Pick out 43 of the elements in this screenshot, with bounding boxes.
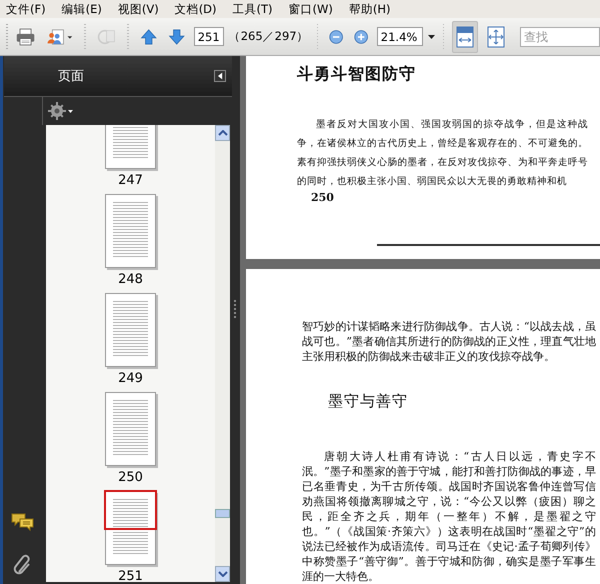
menu-item[interactable]: 编辑(E)	[60, 2, 104, 16]
page-number-field[interactable]: 251	[194, 27, 224, 46]
section-heading: 墨守与善守	[328, 392, 409, 411]
menu-item[interactable]: 文档(D)	[172, 2, 219, 16]
search-field[interactable]: 查找	[520, 26, 600, 46]
page-number-label: 249	[118, 371, 143, 386]
comments-icon[interactable]	[10, 512, 34, 532]
thumbnail-page[interactable]	[105, 194, 156, 268]
scroll-up-button[interactable]	[215, 125, 230, 141]
fit-width-button[interactable]	[452, 20, 478, 52]
paragraph: 唐朝大诗人杜甫有诗说：“古人日以远，青史字不泯。”墨子和墨家的善于守城，能打和善打防御战的事迹，早已名垂青史，为千古所传颂。战国时齐国说客鲁仲连曾写信劝燕国将领撤离聊城之守，说：“今公又以弊（疲困）聊之民，距全齐之兵，期年（一整年）不解，是墨翟之守也。”（《战国策·齐策六》）这表明在战国时“墨翟之守”的说法已经被作为成语流传。司马迁在《史记·孟子荀卿列传》中称赞墨子“善守御”。善于守城和防御，确实是墨子军事生涯的一大特色。	[302, 449, 596, 584]
panel-title: 页面	[58, 68, 85, 85]
zoom-out-icon[interactable]	[329, 28, 344, 46]
chevron-up-icon	[218, 130, 228, 136]
viewport-frame[interactable]	[104, 490, 157, 530]
menu-item[interactable]: 文件(F)	[4, 2, 48, 16]
menu-item[interactable]: 工具(T)	[230, 2, 275, 16]
thumbnail-page[interactable]	[105, 491, 156, 565]
splitter-grip-icon[interactable]	[234, 300, 238, 320]
caret-icon[interactable]	[428, 34, 435, 38]
page-count: （265／297）	[228, 29, 309, 44]
page-number-label: 250	[118, 470, 143, 485]
zoom-in-icon[interactable]	[354, 28, 369, 46]
scroll-down-button[interactable]	[215, 566, 230, 582]
page-number-label: 248	[118, 272, 143, 287]
triangle-left-icon	[218, 72, 222, 80]
gear-icon[interactable]	[48, 102, 74, 120]
thumbnail-page[interactable]	[105, 293, 156, 367]
paragraph: 智巧妙的计谋韬略来进行防御战争。古人说：“以战去战，虽战可也。”墨者确信其所进行的防御战的正义性，理直气壮地主张用积极的防御战来击破非正义的攻伐掠夺战争。	[302, 319, 596, 364]
section-heading: 斗勇斗智图防守	[297, 64, 417, 85]
collapse-button[interactable]	[214, 70, 226, 82]
printer-icon[interactable]	[16, 26, 36, 48]
page-number: 250	[311, 191, 335, 204]
chevron-down-icon	[218, 571, 228, 577]
scrollbar[interactable]	[215, 125, 230, 582]
page-number-label: 247	[118, 173, 143, 188]
menu-item[interactable]: 窗口(W)	[286, 2, 335, 16]
thumbnail-page[interactable]	[105, 392, 156, 466]
menu-item[interactable]: 帮助(H)	[346, 2, 393, 16]
paragraph: 墨者反对大国攻小国、强国攻弱国的掠夺战争，但是这种战争，在诸侯林立的古代历史上，曾经是客观存在的、不可避免的。素有抑强扶弱侠义心肠的墨者，在反对攻伐掠夺、为和平奔走呼号的同时，也积极主张小国、弱国民众以大无畏的勇敢精神和机	[297, 118, 588, 189]
scroll-thumb[interactable]	[215, 509, 230, 518]
page-number-label: 251	[118, 569, 143, 582]
menu-item[interactable]: 视图(V)	[116, 2, 161, 16]
